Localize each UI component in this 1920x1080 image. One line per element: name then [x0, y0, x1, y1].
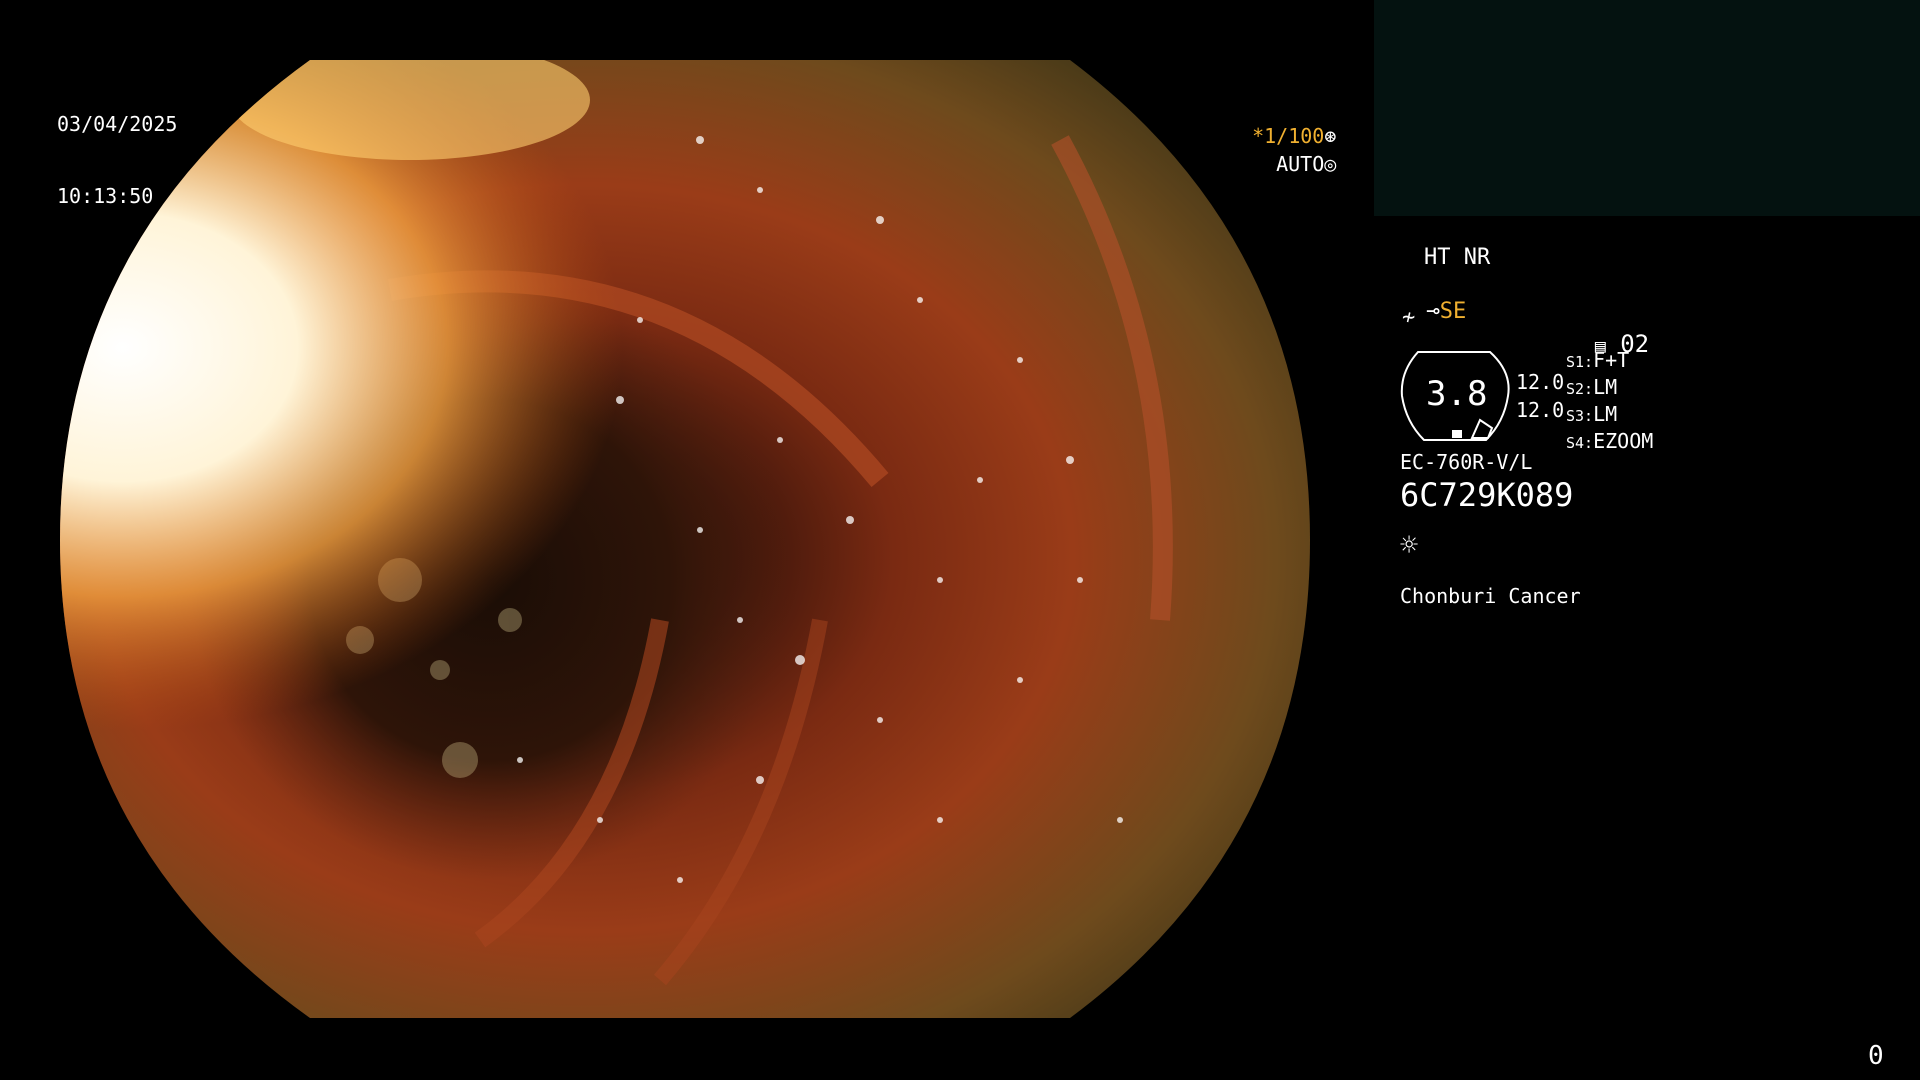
- switch-item: S4:EZOOM: [1566, 429, 1654, 453]
- zoom-value-2: 12.0: [1516, 398, 1565, 422]
- switch-item: S2:LM: [1566, 375, 1618, 399]
- switch-item: S3:LM: [1566, 402, 1618, 426]
- time-text: 10:13:50: [57, 184, 154, 208]
- freeze-icon: ≁: [1402, 305, 1416, 330]
- date-time-display: 03/04/2025 10:13:50: [57, 64, 177, 232]
- sun-icon: ☼: [1400, 528, 1419, 563]
- zoom-value-1: 12.0: [1516, 370, 1565, 394]
- ht-nr-label: HT NR: [1424, 245, 1491, 270]
- se-label: SE: [1439, 299, 1467, 324]
- switch-item: S1:F+T: [1566, 348, 1630, 372]
- exposure-mode-value: AUTO: [1276, 152, 1325, 176]
- iris-icon: ◎: [1324, 152, 1337, 176]
- thumbnail-panel: [1374, 0, 1920, 216]
- zoom-value: 3.8: [1426, 374, 1488, 414]
- scope-tip-icon: ⊸: [1426, 299, 1440, 324]
- date-text: 03/04/2025: [57, 112, 178, 136]
- switch-list: S1:F+T S2:LM S3:LM S4:EZOOM: [1566, 348, 1653, 456]
- frame-counter: 0: [1868, 1041, 1884, 1071]
- scope-serial: 6C729K089: [1400, 476, 1574, 514]
- endoscope-image: [60, 60, 1310, 1018]
- scope-model: EC-760R-V/L: [1400, 450, 1533, 474]
- exposure-mode: AUTO◎: [1252, 128, 1336, 176]
- hospital-name: Chonburi Cancer: [1400, 584, 1581, 608]
